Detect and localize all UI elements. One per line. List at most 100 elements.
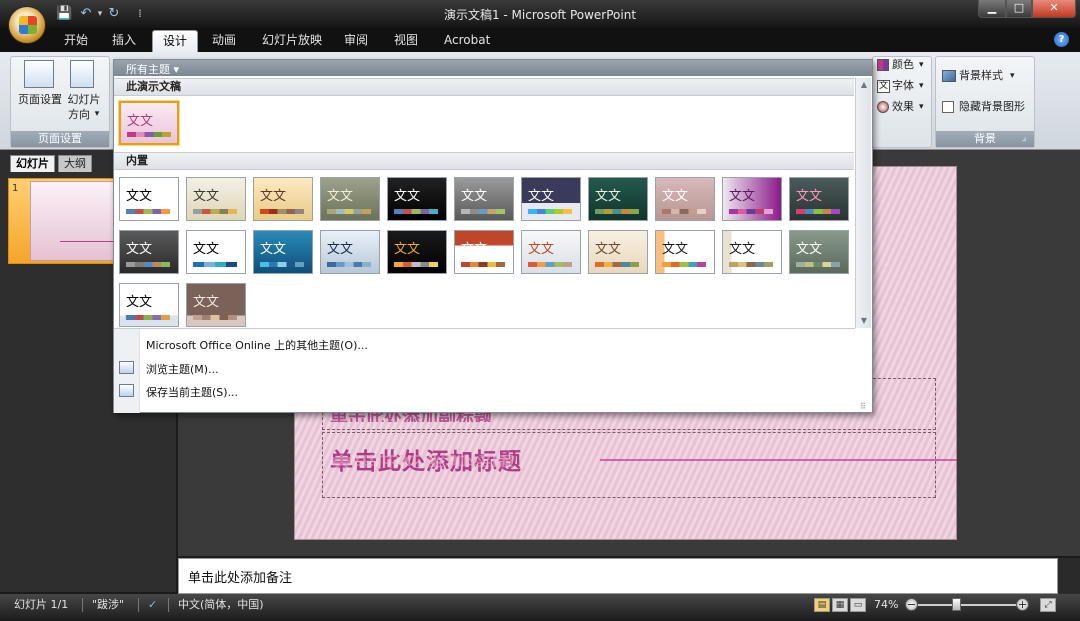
theme-thumbnail[interactable]: 文文 — [320, 230, 380, 274]
colors-button[interactable]: 颜色 — [892, 56, 914, 74]
theme-name[interactable]: "跋涉" — [92, 598, 124, 612]
theme-thumbnail[interactable]: 文文 — [186, 177, 246, 221]
theme-thumbnail[interactable]: 文文 — [454, 177, 514, 221]
fonts-button[interactable]: 字体 — [892, 77, 914, 95]
theme-label: 文文 — [461, 189, 488, 204]
theme-thumbnail[interactable]: 文文 — [253, 230, 313, 274]
notes-pane[interactable] — [178, 558, 1058, 594]
theme-color-swatch — [461, 209, 505, 214]
normal-view-icon[interactable]: ▤ — [814, 598, 830, 612]
background-dialog-launcher-icon[interactable]: ⌟ — [1022, 133, 1026, 143]
orientation-dropdown-icon[interactable]: ▾ — [92, 107, 102, 122]
background-styles-dropdown-icon[interactable]: ▾ — [1010, 67, 1015, 85]
browse-themes[interactable]: 浏览主题(M)... — [146, 361, 219, 377]
zoom-slider-thumb[interactable] — [952, 598, 962, 611]
background-styles-button[interactable]: 背景样式 — [959, 67, 1003, 85]
zoom-in-icon[interactable]: + — [1016, 598, 1029, 611]
slide-orientation-icon[interactable] — [70, 60, 94, 88]
theme-thumbnail[interactable]: 文文 — [119, 177, 179, 221]
all-themes-filter[interactable]: 所有主题 ▾ — [126, 61, 179, 77]
theme-thumbnail[interactable]: 文文 — [722, 177, 782, 221]
theme-label: 文文 — [327, 242, 354, 257]
maximize-button[interactable]: □ — [1006, 0, 1032, 18]
theme-thumbnail[interactable]: 文文 — [655, 230, 715, 274]
zoom-level[interactable]: 74% — [874, 598, 898, 612]
more-themes-online[interactable]: Microsoft Office Online 上的其他主题(O)... — [146, 337, 368, 353]
gallery-scrollbar[interactable]: ▲ ▼ — [855, 78, 871, 328]
theme-color-swatch — [528, 262, 572, 267]
tab-outline[interactable]: 大纲 — [58, 155, 92, 172]
theme-label: 文文 — [528, 242, 555, 257]
fonts-dropdown-icon[interactable]: ▾ — [919, 77, 924, 95]
theme-label: 文文 — [796, 189, 823, 204]
current-theme-thumbnail[interactable]: 文文 — [119, 101, 179, 145]
effects-button[interactable]: 效果 — [892, 98, 914, 116]
tab-acrobat[interactable]: Acrobat — [434, 30, 500, 52]
close-button[interactable]: ✕ — [1032, 0, 1076, 18]
effects-icon — [877, 101, 889, 113]
language-indicator[interactable]: 中文(简体，中国) — [178, 598, 264, 612]
effects-dropdown-icon[interactable]: ▾ — [919, 98, 924, 116]
hide-background-checkbox[interactable] — [942, 101, 954, 113]
theme-thumbnail[interactable]: 文文 — [119, 283, 179, 327]
theme-color-swatch — [193, 262, 237, 267]
scroll-down-icon[interactable]: ▼ — [856, 314, 872, 328]
theme-thumbnail[interactable]: 文文 — [722, 230, 782, 274]
scroll-up-icon[interactable]: ▲ — [856, 78, 872, 92]
spell-check-icon[interactable]: ✓ — [148, 598, 157, 612]
theme-thumbnail[interactable]: 文文 — [655, 177, 715, 221]
theme-color-swatch — [729, 262, 773, 267]
theme-color-swatch — [193, 209, 237, 214]
current-theme-swatch — [127, 132, 171, 137]
zoom-out-icon[interactable]: − — [905, 598, 918, 611]
theme-thumbnail[interactable]: 文文 — [387, 230, 447, 274]
theme-label: 文文 — [796, 242, 823, 257]
zoom-slider[interactable] — [918, 604, 1022, 606]
tab-view[interactable]: 视图 — [384, 30, 428, 52]
page-setup-button[interactable]: 页面设置 — [14, 92, 66, 107]
slide-orientation-button[interactable]: 幻灯片 — [62, 92, 106, 107]
theme-label: 文文 — [193, 242, 220, 257]
theme-thumbnail[interactable]: 文文 — [789, 230, 849, 274]
tab-insert[interactable]: 插入 — [102, 30, 146, 52]
background-group-label: 背景 — [936, 131, 1034, 147]
resize-grip-icon[interactable]: ⠿ — [860, 402, 866, 411]
fit-to-window-icon[interactable]: ⤢ — [1040, 598, 1056, 612]
theme-thumbnail[interactable]: 文文 — [588, 177, 648, 221]
minimize-button[interactable]: ▁ — [978, 0, 1006, 18]
gallery-header[interactable] — [114, 60, 872, 76]
theme-label: 文文 — [595, 242, 622, 257]
theme-color-swatch — [595, 209, 639, 214]
theme-thumbnail[interactable]: 文文 — [454, 230, 514, 274]
tab-review[interactable]: 审阅 — [334, 30, 378, 52]
help-icon[interactable]: ? — [1054, 32, 1069, 47]
theme-thumbnail[interactable]: 文文 — [387, 177, 447, 221]
theme-thumbnail[interactable]: 文文 — [521, 230, 581, 274]
theme-thumbnail[interactable]: 文文 — [186, 230, 246, 274]
theme-thumbnail[interactable]: 文文 — [521, 177, 581, 221]
slide-sorter-view-icon[interactable]: ▦ — [832, 598, 848, 612]
theme-thumbnail[interactable]: 文文 — [119, 230, 179, 274]
theme-label: 文文 — [528, 189, 555, 204]
slide-show-view-icon[interactable]: ▭ — [850, 598, 866, 612]
colors-dropdown-icon[interactable]: ▾ — [919, 56, 924, 74]
tab-animations[interactable]: 动画 — [202, 30, 246, 52]
tab-slides[interactable]: 幻灯片 — [10, 155, 55, 172]
theme-thumbnail[interactable]: 文文 — [789, 177, 849, 221]
office-button[interactable] — [8, 6, 46, 44]
theme-thumbnail[interactable]: 文文 — [588, 230, 648, 274]
vertical-scrollbar[interactable] — [1058, 558, 1080, 594]
theme-thumbnail[interactable]: 文文 — [253, 177, 313, 221]
theme-thumbnail[interactable]: 文文 — [186, 283, 246, 327]
tab-design[interactable]: 设计 — [152, 30, 199, 52]
theme-color-swatch — [126, 209, 170, 214]
theme-label: 文文 — [193, 295, 220, 310]
gallery-separator — [114, 328, 855, 329]
theme-color-swatch — [595, 262, 639, 267]
theme-thumbnail[interactable]: 文文 — [320, 177, 380, 221]
tab-slide-show[interactable]: 幻灯片放映 — [252, 30, 332, 52]
page-setup-icon[interactable] — [24, 60, 54, 88]
save-current-theme[interactable]: 保存当前主题(S)... — [146, 384, 238, 400]
status-divider — [138, 598, 139, 612]
tab-home[interactable]: 开始 — [54, 30, 98, 52]
